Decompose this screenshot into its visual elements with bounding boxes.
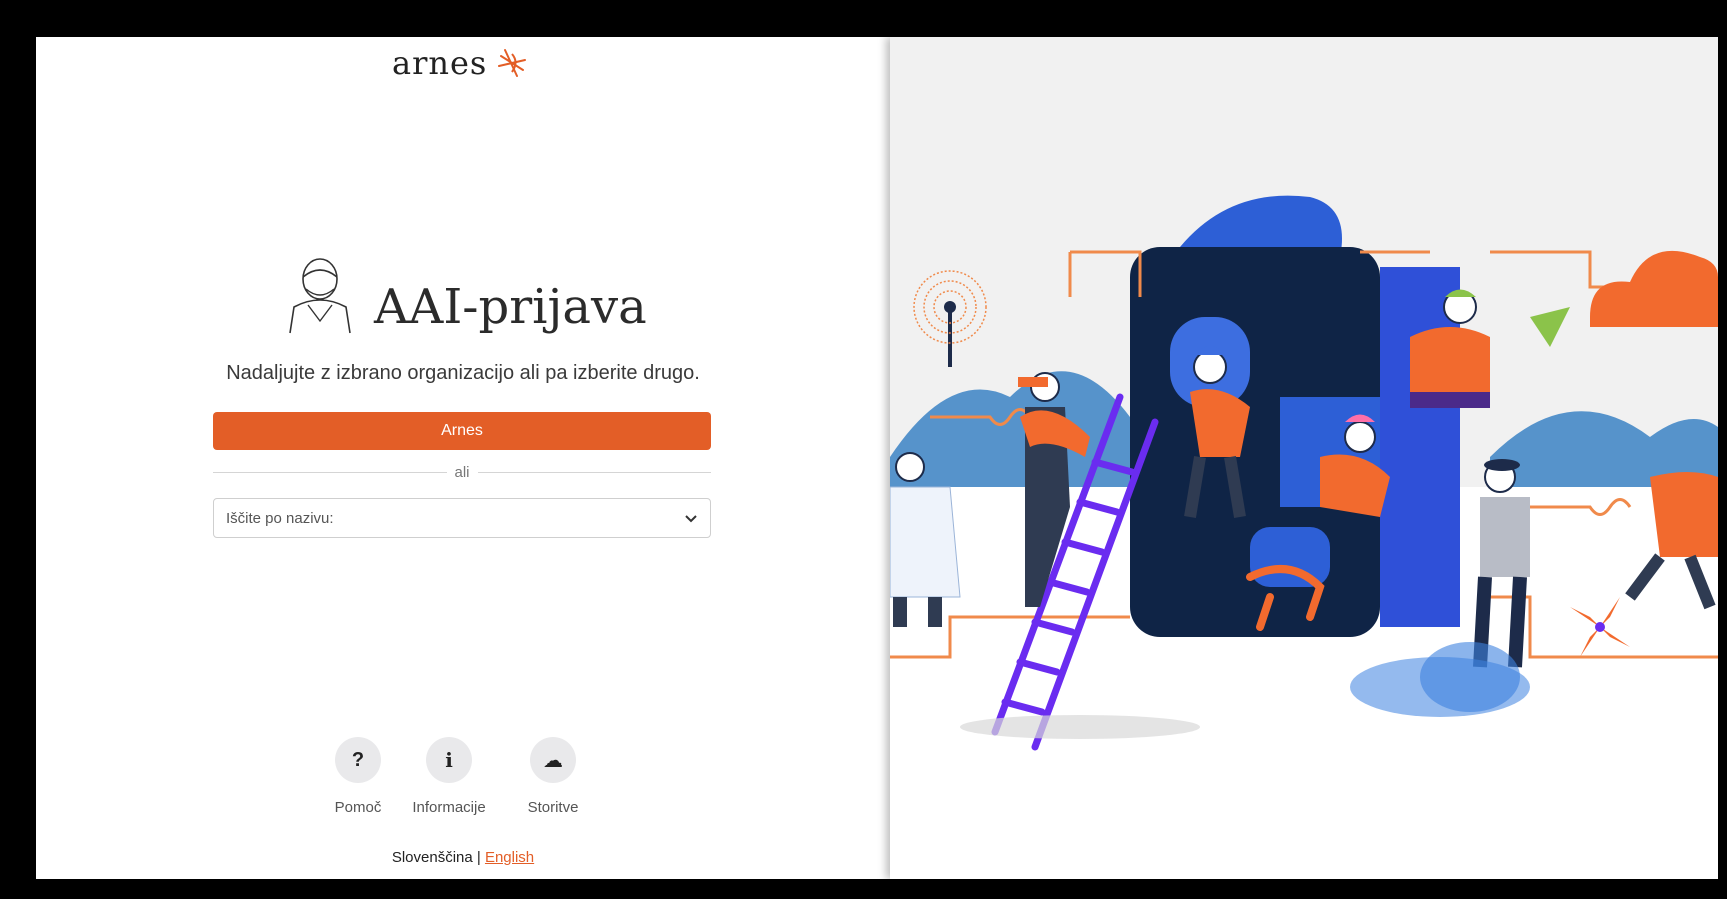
logo-star-icon	[498, 49, 527, 77]
footer-links: ? Pomoč i Informacije ☁ Storitve	[319, 737, 605, 816]
language-switcher: Slovenščina | English	[36, 849, 890, 866]
help-link[interactable]: ? Pomoč	[319, 737, 397, 816]
title-block: AAI-prijava	[286, 255, 647, 335]
selected-org-button[interactable]: Arnes	[213, 412, 711, 450]
page-frame: arnes AAI-prijava Nadaljujte z izbrano o…	[36, 37, 1718, 879]
org-search-input[interactable]	[226, 509, 646, 527]
illustration-panel	[890, 37, 1718, 879]
current-language: Slovenščina	[391, 849, 473, 866]
page-title: AAI-prijava	[374, 279, 647, 335]
info-icon[interactable]: i	[426, 737, 472, 783]
divider-text: ali	[454, 463, 470, 481]
org-search-select[interactable]	[213, 498, 711, 538]
arnes-logo[interactable]: arnes	[392, 43, 529, 83]
or-divider: ali	[213, 462, 712, 482]
services-link[interactable]: ☁ Storitve	[501, 737, 605, 816]
language-separator: |	[472, 849, 485, 866]
english-language-link[interactable]: English	[485, 849, 534, 866]
user-avatar-icon	[289, 258, 351, 334]
question-icon[interactable]: ?	[335, 737, 381, 783]
divider-line-right	[477, 471, 712, 473]
chevron-down-icon[interactable]	[684, 511, 698, 525]
team-illustration	[890, 195, 1718, 879]
info-link[interactable]: i Informacije	[397, 737, 501, 816]
login-panel: arnes AAI-prijava Nadaljujte z izbrano o…	[36, 37, 890, 879]
page-subtitle: Nadaljujte z izbrano organizacijo ali pa…	[226, 362, 700, 384]
cloud-icon[interactable]: ☁	[530, 737, 576, 783]
services-label[interactable]: Storitve	[528, 799, 579, 816]
logo-text: arnes	[392, 44, 488, 82]
help-label[interactable]: Pomoč	[335, 799, 382, 816]
divider-line-left	[213, 471, 447, 473]
info-label[interactable]: Informacije	[412, 799, 485, 816]
